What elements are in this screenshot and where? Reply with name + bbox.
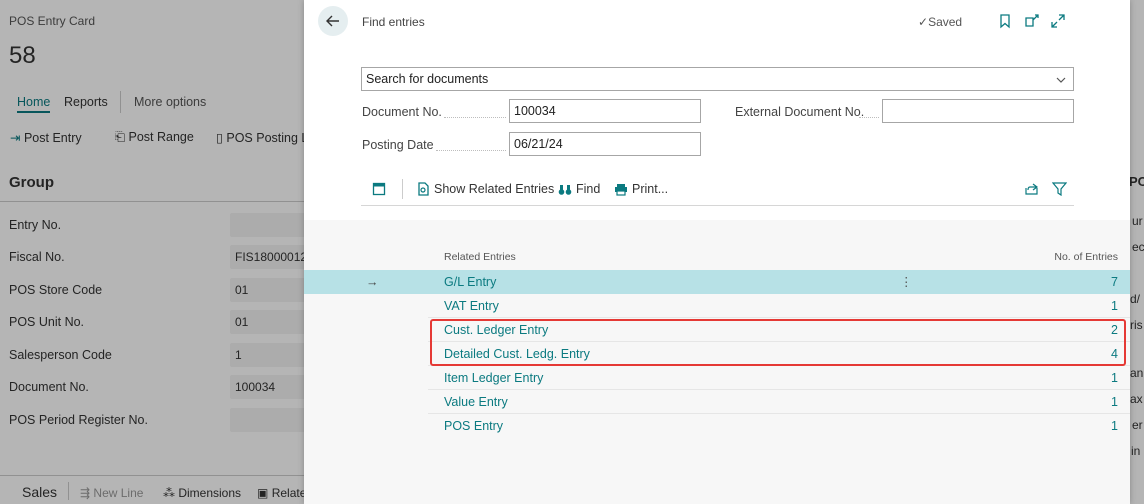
row-count-link[interactable]: 1 <box>1111 390 1118 414</box>
print-label: Print... <box>632 182 669 196</box>
find-entries-dialog: Find entries ✓Saved Search for documents… <box>304 0 1130 504</box>
share-icon[interactable] <box>1024 182 1040 196</box>
back-button[interactable] <box>318 6 348 36</box>
posting-date-label: Posting Date <box>362 138 434 152</box>
search-documents-select[interactable]: Search for documents <box>361 67 1074 91</box>
toolbar-bottom-line <box>361 205 1074 206</box>
posting-date-input[interactable]: 06/21/24 <box>509 132 701 156</box>
open-new-window-icon[interactable] <box>1024 13 1040 29</box>
find-label: Find <box>576 182 601 196</box>
binoculars-icon <box>558 184 572 195</box>
printer-icon <box>615 183 627 196</box>
external-document-no-label: External Document No. <box>735 105 865 119</box>
col-header-no-of-entries[interactable]: No. of Entries <box>1054 251 1118 263</box>
label-leader <box>859 117 879 118</box>
print-button[interactable]: Print... <box>614 182 668 196</box>
row-count-link[interactable]: 1 <box>1111 414 1118 438</box>
label-leader <box>436 150 506 151</box>
document-no-input[interactable]: 100034 <box>509 99 701 123</box>
row-name-link[interactable]: G/L Entry <box>444 270 496 294</box>
row-count-link[interactable]: 1 <box>1111 366 1118 390</box>
row-count-link[interactable]: 7 <box>1111 270 1118 294</box>
table-row[interactable]: → G/L Entry ⋮ 7 <box>304 270 1130 294</box>
dialog-title: Find entries <box>362 15 425 29</box>
row-name-link[interactable]: POS Entry <box>444 414 503 438</box>
expand-icon[interactable] <box>1050 13 1066 29</box>
table-row[interactable]: Item Ledger Entry 1 <box>304 366 1130 390</box>
row-name-link[interactable]: VAT Entry <box>444 294 499 318</box>
chevron-down-icon <box>1056 77 1066 83</box>
show-related-entries-label: Show Related Entries <box>434 182 555 196</box>
toolbar-divider <box>402 179 403 199</box>
table-row[interactable]: POS Entry 1 <box>304 414 1130 438</box>
label-leader <box>444 117 506 118</box>
find-button[interactable]: Find <box>558 182 600 196</box>
table-row[interactable]: Value Entry 1 <box>304 390 1130 414</box>
table-row[interactable]: VAT Entry 1 <box>304 294 1130 318</box>
saved-status: ✓Saved <box>918 15 962 29</box>
filter-icon[interactable] <box>1052 182 1067 196</box>
row-selected-arrow-icon: → <box>366 275 379 289</box>
row-name-link[interactable]: Value Entry <box>444 390 508 414</box>
related-entries-icon <box>418 182 429 196</box>
search-select-value: Search for documents <box>366 72 489 86</box>
row-name-link[interactable]: Item Ledger Entry <box>444 366 543 390</box>
document-no-label: Document No. <box>362 105 442 119</box>
col-header-related-entries[interactable]: Related Entries <box>444 251 516 263</box>
external-document-no-input[interactable] <box>882 99 1074 123</box>
highlight-box <box>430 319 1126 366</box>
check-icon: ✓ <box>918 15 929 29</box>
arrow-left-icon <box>326 15 339 27</box>
page-icon[interactable] <box>372 182 386 196</box>
bookmark-icon[interactable] <box>998 13 1012 29</box>
saved-label: Saved <box>928 15 963 29</box>
show-related-entries-button[interactable]: Show Related Entries <box>417 182 554 196</box>
row-menu-icon[interactable]: ⋮ <box>900 270 913 294</box>
row-count-link[interactable]: 1 <box>1111 294 1118 318</box>
